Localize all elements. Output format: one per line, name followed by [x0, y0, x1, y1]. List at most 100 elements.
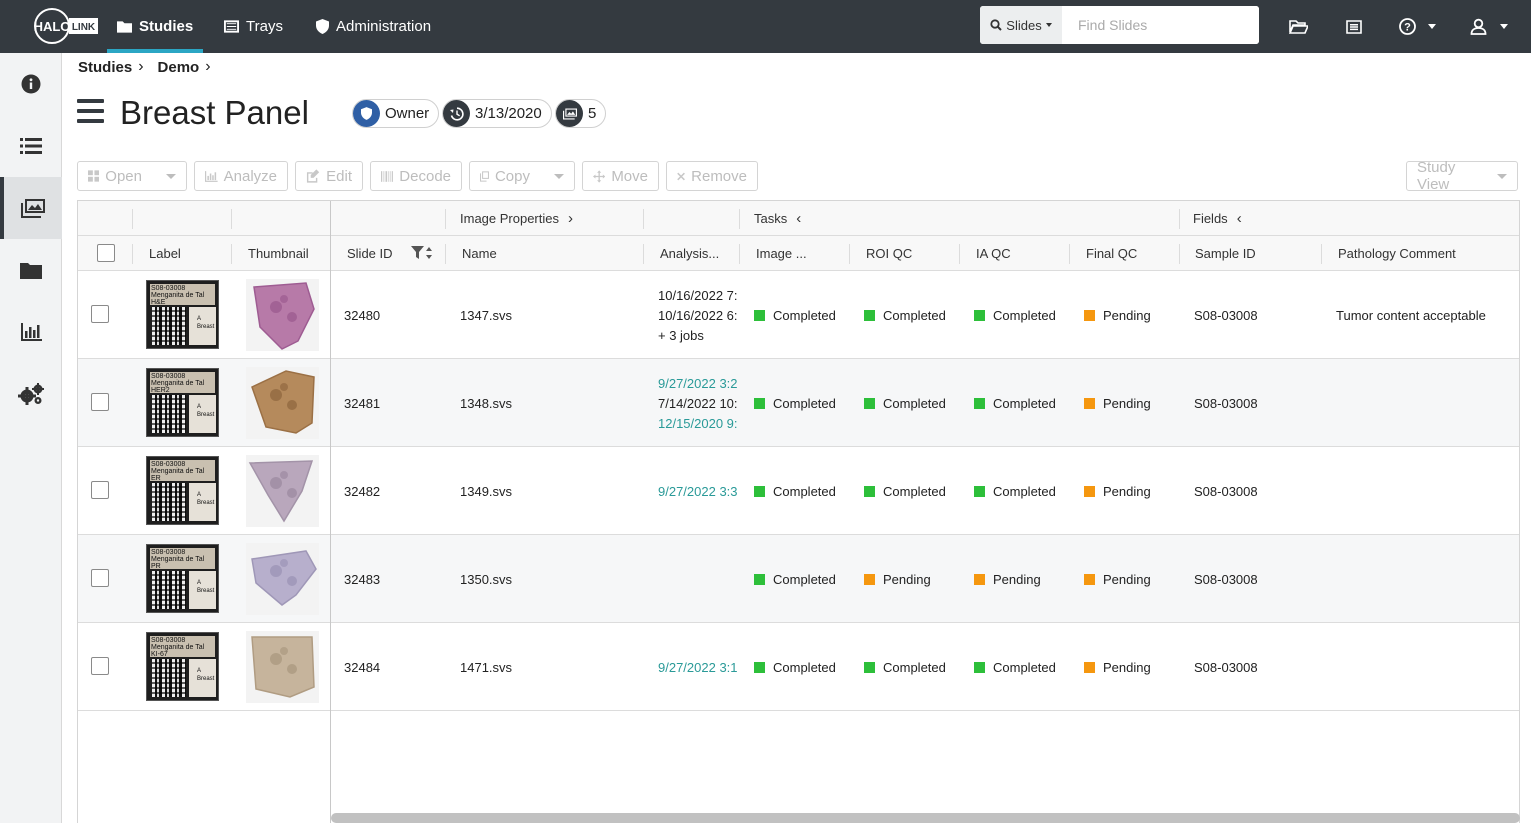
analyze-button[interactable]: Analyze [194, 161, 288, 191]
row-checkbox[interactable] [91, 569, 109, 587]
label-side: A Breast [189, 307, 216, 345]
breadcrumb-demo[interactable]: Demo [158, 59, 200, 76]
table-row[interactable]: S08-03008 Menganita de Tal HER2 A Breast … [78, 359, 1519, 447]
slide-id-cell: 32484 [344, 659, 381, 675]
col-separator [231, 244, 232, 264]
label-text: S08-03008 Menganita de Tal PR [150, 548, 215, 570]
slide-thumbnail[interactable] [246, 455, 319, 527]
col-slide-id[interactable]: Slide ID [347, 236, 393, 270]
qr-code [152, 395, 186, 433]
images-icon [556, 100, 583, 127]
analysis-entry[interactable]: 9/27/2022 3:1 [658, 661, 738, 674]
row-checkbox[interactable] [91, 481, 109, 499]
nav-administration[interactable]: Administration [316, 0, 431, 53]
help-menu[interactable]: ? [1399, 0, 1436, 53]
frozen-column-divider [330, 201, 331, 823]
analysis-entry[interactable]: 9/27/2022 3:3 [658, 485, 738, 498]
analysis-cell[interactable]: 9/27/2022 3:1 [658, 623, 738, 711]
sidebar-item-folders[interactable] [0, 239, 62, 301]
slide-label-image: S08-03008 Menganita de Tal H&E A Breast [146, 280, 219, 349]
group-fields[interactable]: Fields ‹ [1193, 201, 1242, 235]
open-button[interactable]: Open [77, 161, 187, 191]
analysis-entry[interactable]: 12/15/2020 9: [658, 417, 738, 430]
left-sidebar [0, 53, 62, 823]
name-cell[interactable]: 1350.svs [460, 535, 512, 623]
slide-thumbnail[interactable] [246, 631, 319, 703]
col-roi-qc[interactable]: ROI QC [866, 236, 912, 270]
col-sample-id[interactable]: Sample ID [1195, 236, 1256, 270]
name-cell[interactable]: 1471.svs [460, 623, 512, 711]
breadcrumb-studies[interactable]: Studies [78, 59, 132, 76]
shield-icon [316, 19, 329, 34]
table-row[interactable]: S08-03008 Menganita de Tal KI-67 A Breast… [78, 623, 1519, 711]
copy-button[interactable]: Copy [469, 161, 575, 191]
analysis-entry[interactable]: 9/27/2022 3:2 [658, 377, 738, 390]
select-all-checkbox[interactable] [97, 244, 115, 262]
name-cell[interactable]: 1349.svs [460, 447, 512, 535]
filter-sort-icon[interactable] [411, 236, 433, 270]
analysis-entry[interactable]: 10/16/2022 7: [658, 289, 738, 302]
table-row[interactable]: S08-03008 Menganita de Tal H&E A Breast 3… [78, 271, 1519, 359]
group-image-properties[interactable]: Image Properties › [460, 201, 573, 235]
col-name[interactable]: Name [462, 236, 497, 270]
nav-studies[interactable]: Studies [106, 0, 204, 53]
sidebar-item-info[interactable] [0, 53, 62, 115]
ia-qc-cell: Completed [974, 359, 1056, 447]
slide-search: Slides [980, 6, 1259, 44]
slide-thumbnail[interactable] [246, 543, 319, 615]
table-row[interactable]: S08-03008 Menganita de Tal ER A Breast 32… [78, 447, 1519, 535]
col-final-qc[interactable]: Final QC [1086, 236, 1137, 270]
tray-list-button[interactable] [1346, 0, 1362, 53]
close-icon [677, 172, 685, 180]
folder-icon [117, 21, 132, 33]
analysis-entry[interactable]: 10/16/2022 6: [658, 309, 738, 322]
group-tasks[interactable]: Tasks ‹ [754, 201, 801, 235]
horizontal-scrollbar[interactable] [331, 813, 1520, 823]
analysis-entry[interactable]: + 3 jobs [658, 329, 704, 342]
edit-button[interactable]: Edit [295, 161, 363, 191]
row-checkbox[interactable] [91, 657, 109, 675]
sidebar-item-list[interactable] [0, 115, 62, 177]
col-label[interactable]: Label [149, 236, 181, 270]
sidebar-item-settings[interactable] [0, 363, 62, 425]
search-type-dropdown[interactable]: Slides [980, 6, 1062, 44]
analysis-entry[interactable]: 7/14/2022 10: [658, 397, 738, 410]
col-pathology-comment[interactable]: Pathology Comment [1338, 236, 1456, 270]
col-ia-qc[interactable]: IA QC [976, 236, 1011, 270]
halo-link-logo[interactable]: HALO LINK [32, 6, 100, 46]
hamburger-menu-icon[interactable] [77, 99, 104, 125]
open-folder-button[interactable] [1289, 0, 1308, 53]
sidebar-item-images[interactable] [0, 177, 62, 239]
final-qc-cell: Pending [1084, 623, 1151, 711]
search-input[interactable] [1062, 6, 1259, 44]
chevron-right-icon: › [205, 58, 211, 75]
col-analysis[interactable]: Analysis... [660, 236, 719, 270]
col-image-task[interactable]: Image ... [756, 236, 807, 270]
chevron-down-icon [166, 173, 176, 179]
remove-button[interactable]: Remove [666, 161, 758, 191]
analysis-cell[interactable]: 10/16/2022 7: 10/16/2022 6: + 3 jobs [658, 271, 738, 359]
status-text: Completed [773, 395, 836, 411]
slide-thumbnail[interactable] [246, 367, 319, 439]
slide-thumbnail[interactable] [246, 279, 319, 351]
user-menu[interactable] [1470, 0, 1508, 53]
status-square [1084, 397, 1095, 409]
row-checkbox[interactable] [91, 305, 109, 323]
folder-icon [20, 262, 42, 279]
col-thumbnail[interactable]: Thumbnail [248, 236, 309, 270]
row-checkbox[interactable] [91, 393, 109, 411]
ia-qc-cell: Completed [974, 447, 1056, 535]
decode-button[interactable]: Decode [370, 161, 462, 191]
table-row[interactable]: S08-03008 Menganita de Tal PR A Breast 32… [78, 535, 1519, 623]
name-cell[interactable]: 1347.svs [460, 271, 512, 359]
study-view-dropdown[interactable]: Study View [1406, 159, 1518, 193]
move-button[interactable]: Move [582, 161, 659, 191]
analysis-cell[interactable]: 9/27/2022 3:2 7/14/2022 10: 12/15/2020 9: [658, 359, 738, 447]
name-cell[interactable]: 1348.svs [460, 359, 512, 447]
analysis-cell[interactable]: 9/27/2022 3:3 [658, 447, 738, 535]
study-view-label: Study View [1417, 159, 1456, 193]
sidebar-item-reports[interactable] [0, 301, 62, 363]
nav-trays[interactable]: Trays [224, 0, 283, 53]
sample-id-cell: S08-03008 [1194, 307, 1258, 323]
status-text: Completed [993, 307, 1056, 323]
